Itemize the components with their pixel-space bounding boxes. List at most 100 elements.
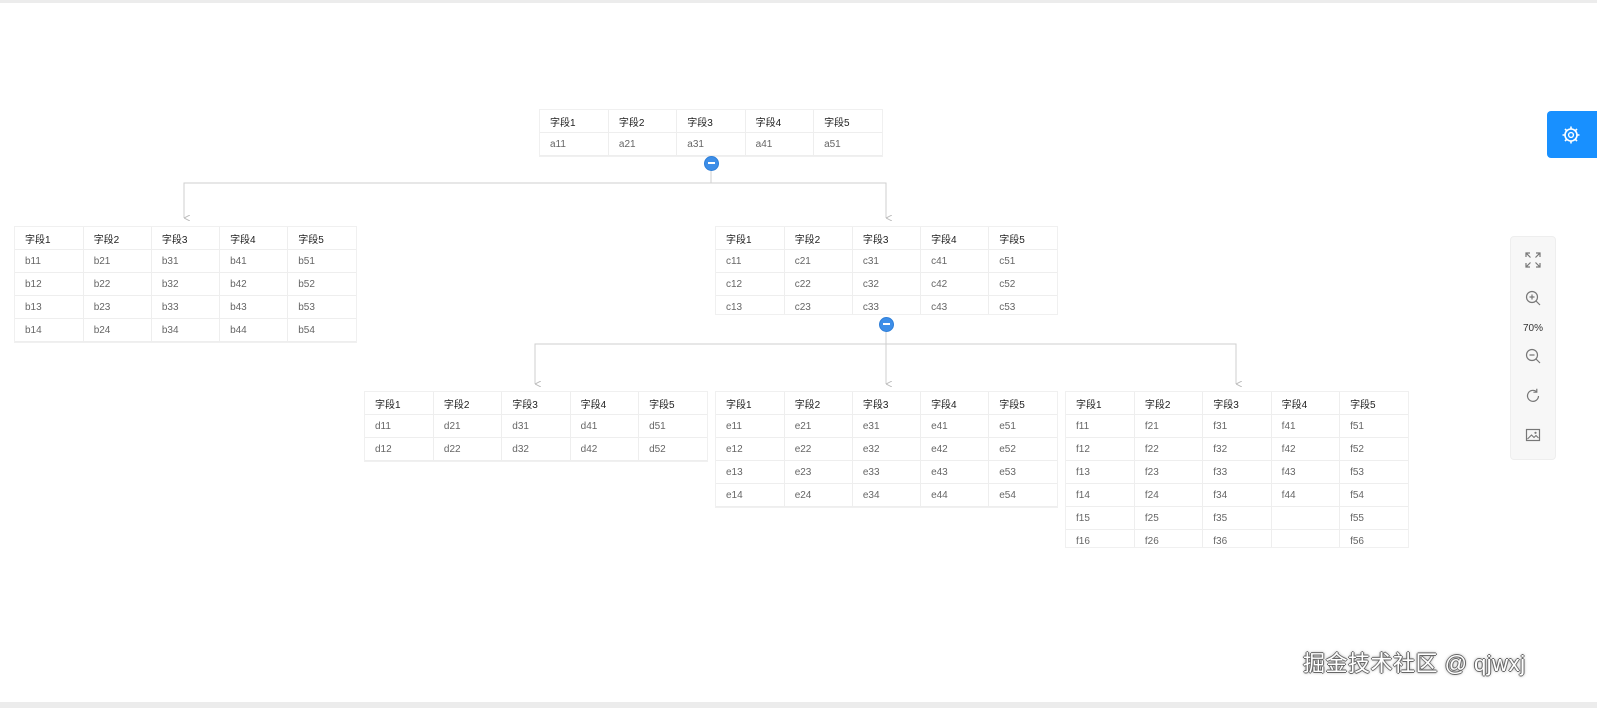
zoom-in-icon[interactable] xyxy=(1523,288,1543,308)
table-row: f14 f24 f34 f44 f54 xyxy=(1066,483,1408,507)
table-cell: b32 xyxy=(151,272,221,296)
table-cell: b31 xyxy=(151,249,221,273)
reset-icon[interactable] xyxy=(1523,386,1543,406)
table-cell: e53 xyxy=(988,460,1057,484)
edge-c-f xyxy=(886,343,1236,384)
column-header: 字段3 xyxy=(501,392,571,415)
table-node-b[interactable]: 字段1 字段2 字段3 字段4 字段5 b11 b21 b31 b41 b51 b12 b22 b32 b… xyxy=(15,227,356,342)
table-cell: b34 xyxy=(151,318,221,342)
table-cell: c22 xyxy=(784,272,853,296)
table-cell: f42 xyxy=(1271,437,1341,461)
table-row: f13 f23 f33 f43 f53 xyxy=(1066,460,1408,484)
column-header: 字段4 xyxy=(1271,392,1341,415)
column-header: 字段4 xyxy=(920,227,990,250)
table-header-row: 字段1 字段2 字段3 字段4 字段5 xyxy=(540,110,882,133)
table-header-row: 字段1 字段2 字段3 字段4 字段5 xyxy=(716,227,1057,250)
node-table: 字段1 字段2 字段3 字段4 字段5 e11 e21 e31 e41 e51 e12 e22 e32 e… xyxy=(716,392,1057,507)
table-row: d11 d21 d31 d41 d51 xyxy=(365,414,707,438)
table-cell: e31 xyxy=(852,414,922,438)
table-node-a[interactable]: 字段1 字段2 字段3 字段4 字段5 a11 a21 a31 a41 a51 xyxy=(540,110,882,156)
table-header-row: 字段1 字段2 字段3 字段4 字段5 xyxy=(716,392,1057,415)
column-header: 字段5 xyxy=(1339,392,1408,415)
table-cell: b22 xyxy=(83,272,152,296)
table-cell: d12 xyxy=(365,437,434,461)
table-cell: f11 xyxy=(1066,414,1135,438)
table-row: f16 f26 f36 f56 xyxy=(1066,529,1408,547)
table-cell: f26 xyxy=(1134,529,1204,547)
table-cell: b14 xyxy=(15,318,84,342)
collapse-toggle-c[interactable] xyxy=(879,317,894,332)
table-cell: e34 xyxy=(852,483,922,507)
table-cell: a51 xyxy=(813,132,882,156)
table-cell: b53 xyxy=(287,295,356,319)
table-cell: e23 xyxy=(784,460,853,484)
table-cell: e11 xyxy=(716,414,785,438)
table-cell: c43 xyxy=(920,295,990,314)
watermark: 掘金技术社区 @ qjwxj xyxy=(1303,651,1526,676)
table-cell: c42 xyxy=(920,272,990,296)
table-cell: c32 xyxy=(852,272,922,296)
table-cell: d31 xyxy=(501,414,571,438)
table-cell: c41 xyxy=(920,249,990,273)
table-cell: f16 xyxy=(1066,529,1135,547)
table-cell: f32 xyxy=(1202,437,1272,461)
table-cell: f44 xyxy=(1271,483,1341,507)
table-node-c[interactable]: 字段1 字段2 字段3 字段4 字段5 c11 c21 c31 c41 c51 c12 c22 c32 c… xyxy=(716,227,1057,314)
table-cell: f15 xyxy=(1066,506,1135,530)
table-cell: d52 xyxy=(638,437,707,461)
table-cell: b42 xyxy=(219,272,289,296)
table-row: e14 e24 e34 e44 e54 xyxy=(716,483,1057,507)
table-cell: f56 xyxy=(1339,529,1408,547)
table-row: e11 e21 e31 e41 e51 xyxy=(716,414,1057,438)
table-row: a11 a21 a31 a41 a51 xyxy=(540,132,882,156)
collapse-toggle-a[interactable] xyxy=(704,156,719,171)
column-header: 字段3 xyxy=(852,227,922,250)
column-header: 字段3 xyxy=(676,110,746,133)
table-node-f[interactable]: 字段1 字段2 字段3 字段4 字段5 f11 f21 f31 f41 f51 f12 f22 f32 f… xyxy=(1066,392,1408,547)
zoom-out-icon[interactable] xyxy=(1523,346,1543,366)
column-header: 字段5 xyxy=(638,392,707,415)
column-header: 字段5 xyxy=(988,227,1057,250)
table-row: c12 c22 c32 c42 c52 xyxy=(716,272,1057,296)
column-header: 字段1 xyxy=(540,110,609,133)
table-cell xyxy=(1271,529,1341,547)
table-cell: f35 xyxy=(1202,506,1272,530)
edge-c-d xyxy=(534,324,887,384)
settings-button[interactable] xyxy=(1547,111,1597,158)
table-cell: b52 xyxy=(287,272,356,296)
table-cell: f55 xyxy=(1339,506,1408,530)
bottom-border xyxy=(0,702,1597,708)
table-node-e[interactable]: 字段1 字段2 字段3 字段4 字段5 e11 e21 e31 e41 e51 e12 e22 e32 e… xyxy=(716,392,1057,507)
table-header-row: 字段1 字段2 字段3 字段4 字段5 xyxy=(15,227,356,250)
table-row: d12 d22 d32 d42 d52 xyxy=(365,437,707,461)
table-cell: b54 xyxy=(287,318,356,342)
column-header: 字段1 xyxy=(15,227,84,250)
node-table: 字段1 字段2 字段3 字段4 字段5 b11 b21 b31 b41 b51 b12 b22 b32 b… xyxy=(15,227,356,342)
table-cell: a41 xyxy=(745,132,815,156)
table-row: f12 f22 f32 f42 f52 xyxy=(1066,437,1408,461)
table-row: e12 e22 e32 e42 e52 xyxy=(716,437,1057,461)
graph-toolbar: 70% xyxy=(1510,236,1556,460)
top-border xyxy=(0,0,1597,3)
node-table: 字段1 字段2 字段3 字段4 字段5 a11 a21 a31 a41 a51 xyxy=(540,110,882,156)
table-node-d[interactable]: 字段1 字段2 字段3 字段4 字段5 d11 d21 d31 d41 d51 d12 d22 d32 d… xyxy=(365,392,707,461)
table-cell: e54 xyxy=(988,483,1057,507)
column-header: 字段1 xyxy=(716,392,785,415)
table-cell: c13 xyxy=(716,295,785,314)
table-cell: b21 xyxy=(83,249,152,273)
column-header: 字段2 xyxy=(784,227,853,250)
table-cell: c12 xyxy=(716,272,785,296)
table-cell: f51 xyxy=(1339,414,1408,438)
column-header: 字段2 xyxy=(1134,392,1204,415)
table-cell: b33 xyxy=(151,295,221,319)
column-header: 字段3 xyxy=(852,392,922,415)
table-cell: b51 xyxy=(287,249,356,273)
column-header: 字段1 xyxy=(365,392,434,415)
table-cell: f12 xyxy=(1066,437,1135,461)
table-cell: b43 xyxy=(219,295,289,319)
table-cell: d32 xyxy=(501,437,571,461)
fullscreen-icon[interactable] xyxy=(1523,250,1543,270)
table-cell: e33 xyxy=(852,460,922,484)
column-header: 字段5 xyxy=(813,110,882,133)
export-image-icon[interactable] xyxy=(1523,425,1543,445)
